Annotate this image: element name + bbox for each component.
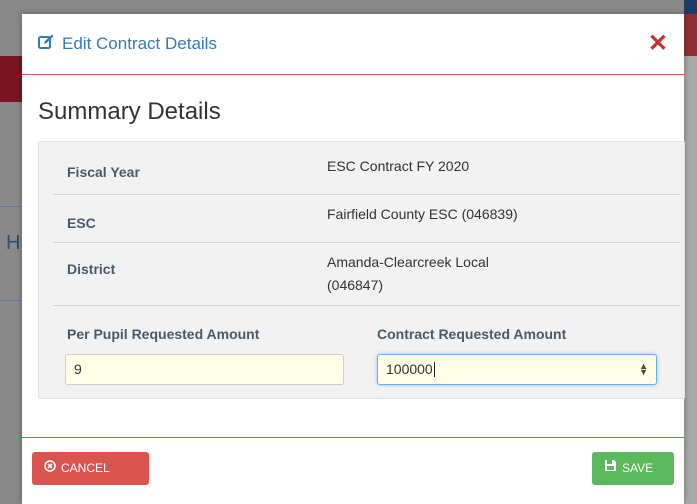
save-label: SAVE xyxy=(622,461,654,475)
fiscal-year-label: Fiscal Year xyxy=(67,164,140,180)
district-label: District xyxy=(67,261,116,277)
fiscal-year-value: ESC Contract FY 2020 xyxy=(327,158,470,174)
esc-label: ESC xyxy=(67,215,96,231)
contract-amount-input[interactable]: 100000 ▲ ▼ xyxy=(377,354,657,385)
background-banner-left xyxy=(0,56,22,102)
edit-icon xyxy=(38,34,54,50)
background-heading-fragment: H xyxy=(6,232,21,254)
detail-row-esc: ESC Fairfield County ESC (046839) xyxy=(53,195,680,243)
per-pupil-input[interactable]: 9 xyxy=(65,354,344,385)
contract-amount-value: 100000 xyxy=(386,361,433,377)
footer-divider xyxy=(22,437,684,438)
cancel-label: CANCEL xyxy=(61,461,110,475)
background-header-fragment xyxy=(684,0,697,14)
text-caret xyxy=(433,362,435,377)
district-value-line1: Amanda-Clearcreek Local xyxy=(327,254,489,270)
contract-amount-label: Contract Requested Amount xyxy=(377,326,567,342)
modal-title: Edit Contract Details xyxy=(62,34,217,53)
background-banner-fragment xyxy=(684,14,697,56)
background-divider xyxy=(0,206,22,207)
district-value-line2: (046847) xyxy=(327,277,384,293)
per-pupil-value: 9 xyxy=(74,361,82,377)
number-spinner[interactable]: ▲ ▼ xyxy=(639,362,648,377)
background-page-edge xyxy=(684,56,697,504)
modal-header: Edit Contract Details ✕ xyxy=(22,14,684,75)
per-pupil-label: Per Pupil Requested Amount xyxy=(67,326,260,342)
circle-x-icon xyxy=(44,452,56,485)
esc-value: Fairfield County ESC (046839) xyxy=(327,206,518,222)
detail-row-fiscal-year: Fiscal Year ESC Contract FY 2020 xyxy=(53,142,680,195)
close-icon[interactable]: ✕ xyxy=(648,32,668,56)
summary-panel: Fiscal Year ESC Contract FY 2020 ESC Fai… xyxy=(38,141,685,399)
background-divider xyxy=(0,300,22,301)
cancel-button[interactable]: CANCEL xyxy=(32,452,149,485)
section-title: Summary Details xyxy=(38,98,221,125)
edit-contract-modal: Edit Contract Details ✕ Summary Details … xyxy=(22,14,685,504)
detail-row-district: District Amanda-Clearcreek Local (046847… xyxy=(53,243,680,306)
save-button[interactable]: SAVE xyxy=(592,452,674,485)
floppy-icon xyxy=(604,452,617,485)
